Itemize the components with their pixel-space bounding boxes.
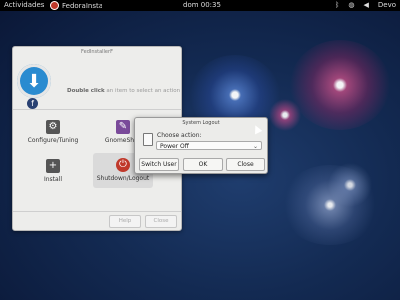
dialog-title: System Logout [182,120,220,126]
firework-pink-small [268,98,302,132]
dialog-close-button[interactable]: Close [226,158,265,171]
help-button[interactable]: Help [109,215,141,228]
tile-label: Shutdown/Logout [96,175,150,182]
plus-icon: + [46,159,60,173]
tile-label: Install [43,176,63,183]
instruction-text: Double click an item to select an action [67,88,180,94]
gear-icon: ⚙ [46,120,60,134]
firework-white-small [320,160,380,210]
footer-divider [13,211,181,212]
window-title: FedInstallerF [81,49,113,55]
power-icon: ⏻ [116,158,130,172]
system-logout-dialog: System Logout Choose action: Power Off ⌄… [134,117,268,174]
close-button[interactable]: Close [145,215,177,228]
ok-button[interactable]: OK [183,158,223,171]
user-menu[interactable]: Devo [378,1,396,9]
choose-action-label: Choose action: [157,132,202,139]
hint-rest: an item to select an action [104,88,181,94]
selected-action: Power Off [160,143,189,150]
app-name: FedoraInstallerF [62,1,102,10]
hint-bold: Double click [67,88,105,94]
firework-pink [290,40,390,130]
computer-icon [143,133,153,146]
fedora-logo-icon: f [27,98,38,109]
tile-label: Configure/Tuning [27,137,79,144]
top-bar: Actividades FedoraInstallerF dom 00:35 ᛒ… [0,0,400,11]
bluetooth-icon[interactable]: ᛒ [335,1,339,9]
switch-user-button[interactable]: Switch User [139,158,179,171]
fedora-installer-icon [50,1,59,10]
volume-icon[interactable]: ◀ [363,1,368,9]
gnome-icon: ✎ [116,120,130,134]
download-arrow-icon: ⬇ [17,64,51,98]
action-select[interactable]: Power Off ⌄ [156,141,262,150]
tile-install[interactable]: + Install [23,159,83,189]
activities-button[interactable]: Actividades [4,1,44,9]
chevron-down-icon: ⌄ [252,143,258,150]
clock[interactable]: dom 00:35 [183,1,221,9]
system-tray: ᛒ ◍ ◀ Devo [335,1,396,9]
app-menu-button[interactable]: FedoraInstallerF [50,0,102,11]
network-icon[interactable]: ◍ [348,1,354,9]
divider [13,109,181,110]
tile-configure-tuning[interactable]: ⚙ Configure/Tuning [23,120,83,150]
